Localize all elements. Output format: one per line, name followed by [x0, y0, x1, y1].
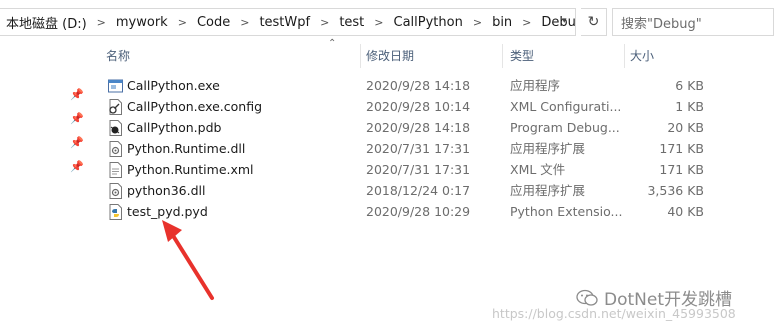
file-type: Program Debug...	[510, 120, 620, 135]
file-type: XML 文件	[510, 162, 566, 177]
file-date: 2020/9/28 14:18	[366, 78, 471, 93]
file-size: 171 KB	[659, 141, 704, 156]
file-size: 1 KB	[675, 99, 704, 114]
chevron-right-icon[interactable]: >	[89, 16, 114, 29]
chevron-right-icon[interactable]: >	[366, 16, 391, 29]
file-size: 3,536 KB	[647, 183, 704, 198]
file-date: 2020/9/28 10:14	[366, 99, 471, 114]
breadcrumb[interactable]: 本地磁盘 (D:) > mywork > Code > testWpf > te…	[0, 8, 576, 36]
breadcrumb-item-mywork[interactable]: mywork	[114, 15, 170, 30]
column-divider[interactable]	[502, 44, 503, 68]
chevron-right-icon[interactable]: >	[312, 16, 337, 29]
file-row[interactable]: CallPython.exe.config 2020/9/28 10:14 XM…	[100, 96, 774, 117]
pdb-file-icon	[109, 120, 122, 136]
refresh-button[interactable]: ↻	[581, 8, 607, 36]
watermark-url: https://blog.csdn.net/weixin_45993508	[492, 306, 736, 321]
breadcrumb-item-test[interactable]: test	[337, 15, 366, 30]
file-row[interactable]: python36.dll 2018/12/24 0:17 应用程序扩展 3,53…	[100, 180, 774, 201]
file-size: 20 KB	[667, 120, 704, 135]
file-name: CallPython.exe	[127, 78, 220, 93]
column-name[interactable]: 名称	[100, 44, 360, 68]
file-type: 应用程序	[510, 78, 561, 93]
chevron-right-icon[interactable]: >	[232, 16, 257, 29]
annotation-arrow-icon	[162, 220, 214, 300]
file-type: 应用程序扩展	[510, 183, 586, 198]
config-file-icon	[109, 99, 122, 115]
file-date: 2020/9/28 10:29	[366, 204, 471, 219]
dll-file-icon	[109, 183, 122, 199]
refresh-icon: ↻	[587, 14, 600, 30]
file-type: XML Configurati...	[510, 99, 622, 114]
file-name: python36.dll	[127, 183, 206, 198]
file-row[interactable]: Python.Runtime.xml 2020/7/31 17:31 XML 文…	[100, 159, 774, 180]
search-input[interactable]: 搜索"Debug"	[612, 8, 774, 36]
column-size[interactable]: 大小	[624, 44, 704, 68]
file-size: 171 KB	[659, 162, 704, 177]
python-file-icon	[109, 204, 122, 220]
file-name: Python.Runtime.dll	[127, 141, 246, 156]
chevron-down-icon[interactable]: ▾	[562, 17, 571, 26]
file-date: 2018/12/24 0:17	[366, 183, 471, 198]
column-date[interactable]: 修改日期	[360, 44, 502, 68]
file-date: 2020/7/31 17:31	[366, 141, 471, 156]
wechat-icon	[576, 289, 598, 306]
file-date: 2020/7/31 17:31	[366, 162, 471, 177]
file-size: 6 KB	[675, 78, 704, 93]
file-type: 应用程序扩展	[510, 141, 586, 156]
pin-icon: 📌	[70, 88, 84, 101]
chevron-right-icon[interactable]: >	[514, 16, 539, 29]
file-row[interactable]: CallPython.exe 2020/9/28 14:18 应用程序 6 KB	[100, 75, 774, 96]
chevron-right-icon[interactable]: >	[465, 16, 490, 29]
breadcrumb-item-drive[interactable]: 本地磁盘 (D:)	[4, 13, 89, 32]
pin-icon: 📌	[70, 112, 84, 125]
xml-file-icon	[109, 162, 122, 178]
exe-icon	[108, 79, 123, 93]
pin-icon: 📌	[70, 160, 84, 173]
file-name: CallPython.exe.config	[127, 99, 263, 114]
pin-icon: 📌	[70, 136, 84, 149]
file-type: Python Extensio...	[510, 204, 623, 219]
breadcrumb-item-callpython[interactable]: CallPython	[392, 15, 465, 30]
file-name: Python.Runtime.xml	[127, 162, 254, 177]
breadcrumb-item-code[interactable]: Code	[195, 15, 232, 30]
file-date: 2020/9/28 14:18	[366, 120, 471, 135]
column-type[interactable]: 类型	[504, 44, 624, 68]
address-bar: 本地磁盘 (D:) > mywork > Code > testWpf > te…	[0, 8, 774, 36]
breadcrumb-item-testwpf[interactable]: testWpf	[257, 15, 312, 30]
search-placeholder: 搜索"Debug"	[621, 16, 702, 32]
file-size: 40 KB	[667, 204, 704, 219]
breadcrumb-item-bin[interactable]: bin	[490, 15, 514, 30]
column-header: ⌃ 名称 修改日期 类型 大小	[100, 38, 774, 68]
file-row[interactable]: CallPython.pdb 2020/9/28 14:18 Program D…	[100, 117, 774, 138]
file-row[interactable]: Python.Runtime.dll 2020/7/31 17:31 应用程序扩…	[100, 138, 774, 159]
file-name: CallPython.pdb	[127, 120, 222, 135]
chevron-right-icon[interactable]: >	[170, 16, 195, 29]
dll-file-icon	[109, 141, 122, 157]
